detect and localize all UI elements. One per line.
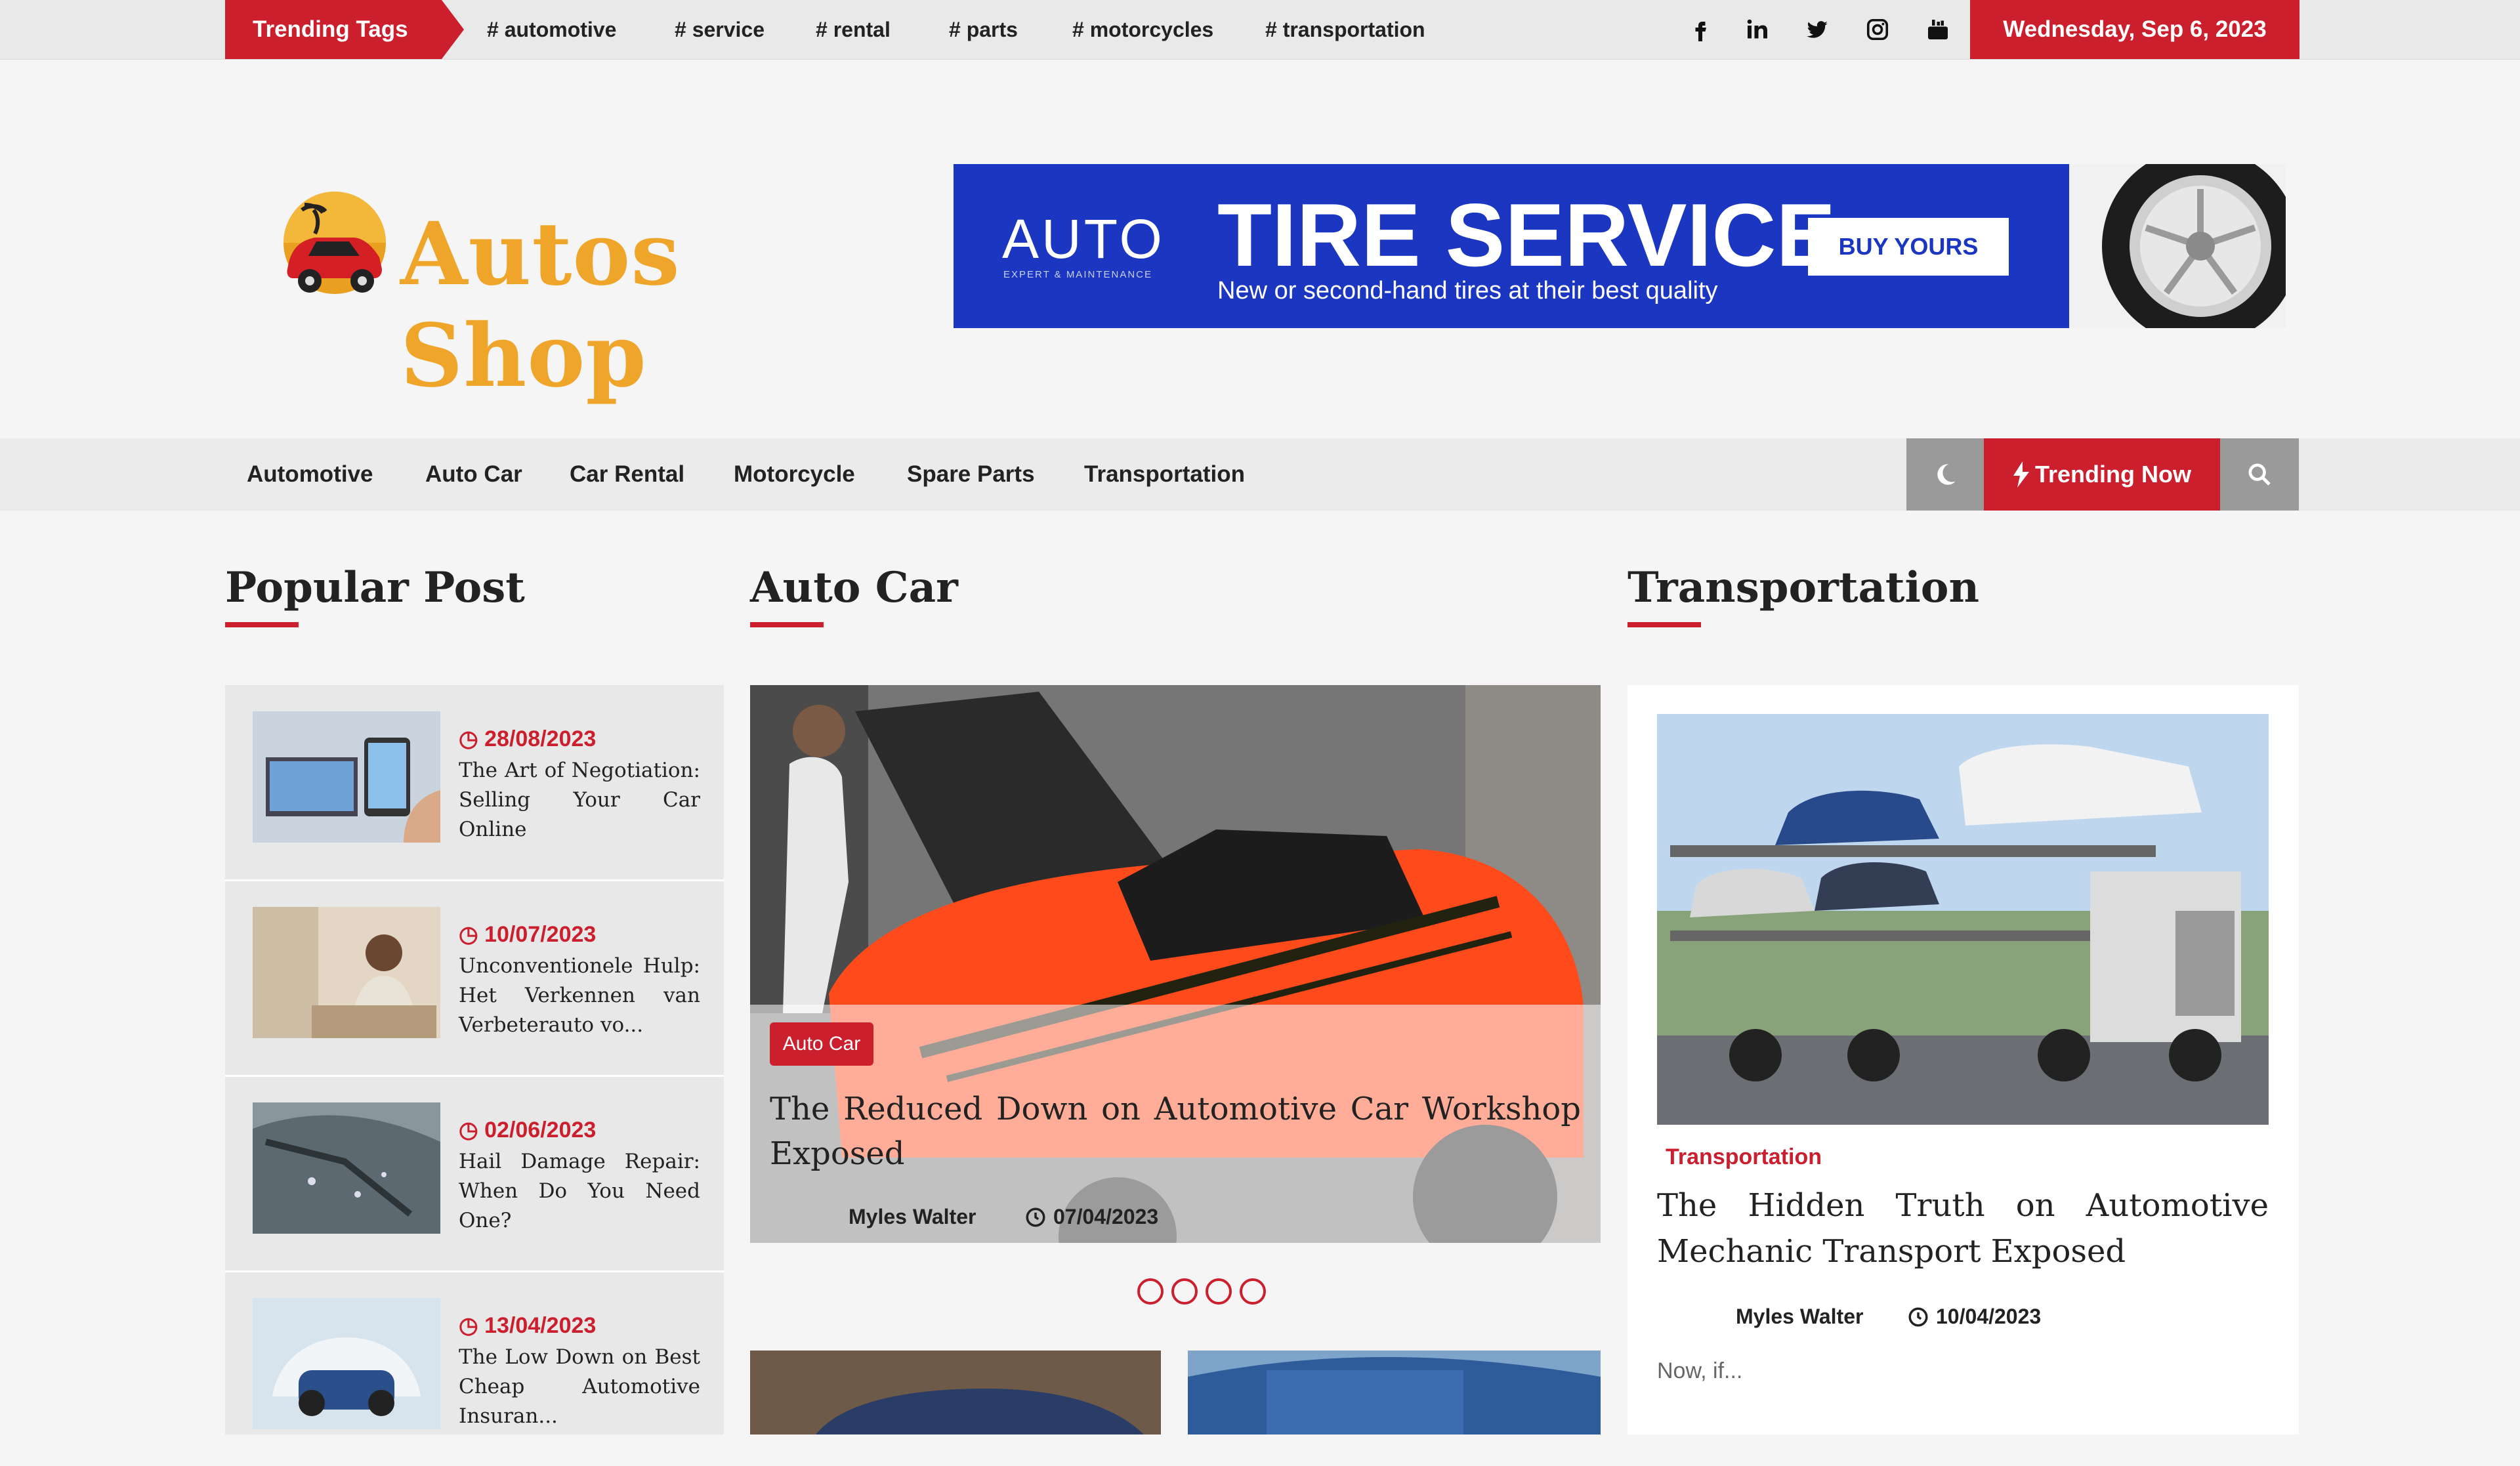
- auto-car-title: Auto Car: [750, 563, 958, 612]
- post-thumbnail[interactable]: [750, 1351, 1161, 1435]
- nav-spare-parts[interactable]: Spare Parts: [907, 438, 1035, 511]
- linkedin-icon[interactable]: [1740, 12, 1775, 47]
- post-thumbnail[interactable]: [253, 907, 440, 1038]
- post-date: 07/04/2023: [1024, 1205, 1158, 1229]
- post-date: ◷ 10/07/2023: [459, 922, 597, 947]
- youtube-icon[interactable]: [1920, 12, 1956, 47]
- tag-parts[interactable]: # parts: [949, 0, 1018, 59]
- bolt-icon: [2013, 461, 2029, 488]
- nav-auto-car[interactable]: Auto Car: [425, 438, 522, 511]
- instagram-icon[interactable]: [1860, 12, 1895, 47]
- nav-automotive[interactable]: Automotive: [247, 438, 373, 511]
- banner-brand: AUTO: [1002, 208, 1165, 270]
- search-icon: [2248, 463, 2271, 486]
- list-item[interactable]: ◷ 13/04/2023 The Low Down on Best Cheap …: [225, 1272, 724, 1466]
- post-author[interactable]: Myles Walter: [849, 1205, 976, 1229]
- post-thumbnail[interactable]: [253, 1298, 440, 1429]
- post-date: 10/04/2023: [1907, 1305, 2041, 1329]
- post-date: ◷ 28/08/2023: [459, 726, 597, 751]
- dark-mode-toggle[interactable]: [1906, 438, 1984, 511]
- auto-car-slider[interactable]: Auto Car The Reduced Down on Automotive …: [750, 685, 1601, 1243]
- tag-automotive[interactable]: # automotive: [487, 0, 616, 59]
- slider-dot[interactable]: [1137, 1278, 1164, 1305]
- transportation-title: Transportation: [1628, 563, 1979, 612]
- post-image[interactable]: [1657, 714, 2269, 1125]
- tag-motorcycles[interactable]: # motorcycles: [1072, 0, 1213, 59]
- twitter-icon[interactable]: [1799, 12, 1835, 47]
- category-label[interactable]: Transportation: [1666, 1144, 1822, 1170]
- post-thumbnail[interactable]: [253, 711, 440, 843]
- popular-post-title: Popular Post: [225, 563, 525, 612]
- post-title[interactable]: Hail Damage Repair: When Do You Need One…: [459, 1147, 700, 1236]
- nav-transportation[interactable]: Transportation: [1084, 438, 1245, 511]
- slide-title[interactable]: The Reduced Down on Automotive Car Works…: [770, 1087, 1581, 1176]
- post-date: ◷ 13/04/2023: [459, 1313, 597, 1338]
- clock-icon: [1908, 1307, 1928, 1327]
- post-author[interactable]: Myles Walter: [1736, 1305, 1863, 1329]
- banner-subtitle: New or second-hand tires at their best q…: [1217, 277, 1718, 304]
- tag-service[interactable]: # service: [675, 0, 765, 59]
- title-underline: [225, 622, 299, 627]
- trending-tags-label: Trending Tags: [225, 0, 464, 59]
- slider-dots: [1137, 1278, 1282, 1310]
- title-underline: [750, 622, 824, 627]
- list-item[interactable]: ◷ 02/06/2023 Hail Damage Repair: When Do…: [225, 1076, 724, 1272]
- clock-icon: [1026, 1207, 1045, 1227]
- tag-transportation[interactable]: # transportation: [1265, 0, 1425, 59]
- post-thumbnail[interactable]: [1188, 1351, 1601, 1435]
- nav-motorcycle[interactable]: Motorcycle: [734, 438, 855, 511]
- buy-yours-button[interactable]: BUY YOURS: [1808, 218, 2009, 276]
- post-title[interactable]: The Hidden Truth on Automotive Mechanic …: [1657, 1183, 2269, 1274]
- slider-dot[interactable]: [1206, 1278, 1232, 1305]
- search-button[interactable]: [2220, 438, 2299, 511]
- moon-icon: [1937, 464, 1956, 485]
- post-thumbnail[interactable]: [253, 1102, 440, 1234]
- post-date: ◷ 02/06/2023: [459, 1118, 597, 1142]
- ad-banner[interactable]: AUTO EXPERT & MAINTENANCE TIRE SERVICE N…: [954, 164, 2286, 328]
- trending-now-label: Trending Now: [2035, 461, 2191, 488]
- tag-rental[interactable]: # rental: [816, 0, 891, 59]
- post-excerpt: Now, if...: [1657, 1358, 1743, 1383]
- popular-post-list: ◷ 28/08/2023 The Art of Negotiation: Sel…: [225, 685, 724, 1435]
- current-date: Wednesday, Sep 6, 2023: [1970, 0, 2300, 59]
- logo-text: Autos Shop: [400, 203, 681, 407]
- post-title[interactable]: Unconventionele Hulp: Het Verkennen van …: [459, 952, 700, 1040]
- banner-brand-sub: EXPERT & MAINTENANCE: [1003, 269, 1152, 280]
- transportation-card: Transportation The Hidden Truth on Autom…: [1628, 685, 2299, 1435]
- slider-dot[interactable]: [1171, 1278, 1198, 1305]
- tire-image: [2069, 164, 2286, 328]
- site-logo[interactable]: Autos Shop: [276, 190, 840, 407]
- trending-now-button[interactable]: Trending Now: [1984, 438, 2220, 511]
- category-badge[interactable]: Auto Car: [770, 1022, 873, 1066]
- banner-title: TIRE SERVICE: [1217, 185, 1836, 285]
- nav-car-rental[interactable]: Car Rental: [570, 438, 684, 511]
- list-item[interactable]: ◷ 10/07/2023 Unconventionele Hulp: Het V…: [225, 881, 724, 1077]
- post-title[interactable]: The Art of Negotiation: Selling Your Car…: [459, 756, 700, 845]
- list-item[interactable]: ◷ 28/08/2023 The Art of Negotiation: Sel…: [225, 685, 724, 881]
- car-logo-icon: [284, 192, 386, 294]
- post-title[interactable]: The Low Down on Best Cheap Automotive In…: [459, 1343, 700, 1431]
- facebook-icon[interactable]: [1683, 12, 1718, 47]
- slider-dot[interactable]: [1240, 1278, 1266, 1305]
- title-underline: [1628, 622, 1701, 627]
